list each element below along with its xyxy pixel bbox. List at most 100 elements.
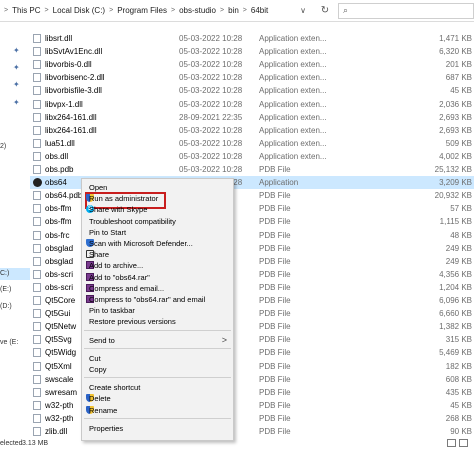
menu-item-scan-with-microsoft-defender[interactable]: Scan with Microsoft Defender... (82, 237, 233, 249)
table-row[interactable]: libvorbisenc-2.dll 05-03-2022 10:28 Applic… (30, 71, 474, 84)
breadcrumb-program-files[interactable]: Program Files (117, 6, 167, 15)
breadcrumb-this-pc[interactable]: This PC (12, 6, 40, 15)
context-menu[interactable]: Open Run as administrator S Share with Skyp… (81, 178, 234, 441)
file-name: Qt5Core (45, 296, 76, 305)
file-type: PDB File (259, 361, 291, 371)
file-name: Qt5Svg (45, 335, 72, 345)
table-row[interactable]: obs.pdb 05-03-2022 10:28 PDB File 25,132 KB (30, 163, 474, 176)
menu-item-pin-to-taskbar[interactable]: Pin to taskbar (82, 304, 233, 316)
menu-item-compress-and-email[interactable]: Compress and email... (82, 282, 233, 294)
menu-item-send-to[interactable]: Send to > (82, 334, 233, 346)
menu-item-label: Run as administrator (89, 194, 159, 204)
pdb-file-icon (33, 400, 41, 410)
menu-item-compress-to-obs64-rar-and-email[interactable]: Compress to "obs64.rar" and email (82, 293, 233, 305)
file-name: obs-frc (45, 230, 70, 240)
table-row[interactable]: libx264-161.dll 28-09-2021 22:35 Applicati… (30, 111, 474, 124)
file-type: PDB File (259, 191, 291, 201)
menu-item-label: Troubleshoot compatibility (89, 216, 176, 226)
table-row[interactable]: libvorbis-0.dll 05-03-2022 10:28 Applicati… (30, 58, 474, 71)
menu-item-rename[interactable]: Rename (82, 404, 233, 416)
file-size: 509 KB (445, 138, 472, 148)
nav-item-label[interactable]: ve (E: (0, 339, 18, 346)
file-type: PDB File (259, 400, 291, 410)
file-type: Application exten... (259, 47, 327, 57)
file-date: 05-03-2022 10:28 (179, 34, 243, 43)
menu-separator (84, 347, 231, 349)
menu-item-properties[interactable]: Properties (82, 422, 233, 434)
table-row[interactable]: libvpx-1.dll 05-03-2022 10:28 Application … (30, 98, 474, 111)
file-name: libSvtAv1Enc.dll (45, 47, 103, 57)
dll-file-icon (33, 112, 41, 122)
file-name: obs.dll (45, 151, 69, 161)
menu-item-delete[interactable]: Delete (82, 392, 233, 404)
menu-item-cut[interactable]: Cut (82, 352, 233, 364)
view-toggle[interactable] (447, 439, 468, 447)
pdb-file-icon (33, 269, 41, 279)
menu-item-label: Open (89, 183, 108, 192)
file-name: w32-pth (45, 400, 74, 410)
search-input[interactable]: ⌕ (338, 3, 474, 19)
menu-item-label: Pin to taskbar (89, 306, 135, 316)
file-size: 45 KB (450, 400, 472, 410)
table-row[interactable]: obs.dll 05-03-2022 10:28 Application exten… (30, 150, 474, 163)
breadcrumb-64bit[interactable]: 64bit (251, 6, 268, 15)
menu-item-create-shortcut[interactable]: Create shortcut (82, 381, 233, 393)
menu-item-restore-previous-versions[interactable]: Restore previous versions (82, 315, 233, 327)
breadcrumb-bin[interactable]: bin (228, 6, 239, 15)
menu-item-add-to-obs64-rar[interactable]: Add to "obs64.rar" (82, 271, 233, 283)
table-row[interactable]: libvorbisfile-3.dll 05-03-2022 10:28 Appli… (30, 84, 474, 97)
menu-item-run-as-administrator[interactable]: Run as administrator (82, 192, 233, 204)
chevron-down-icon[interactable]: ∨ (296, 4, 310, 18)
file-name: libvorbis-0.dll (45, 60, 92, 70)
refresh-icon[interactable]: ↻ (318, 4, 332, 18)
file-type: PDB File (259, 322, 291, 332)
menu-item-share-with-skype[interactable]: S Share with Skype (82, 203, 233, 215)
nav-item-label[interactable]: C:) (0, 270, 9, 277)
file-size: 6,096 KB (439, 296, 472, 305)
file-type: PDB File (259, 217, 291, 227)
menu-item-label: Share with Skype (89, 205, 148, 215)
pdb-file-icon (33, 348, 41, 358)
file-name: swresam (45, 387, 78, 397)
menu-item-add-to-archive[interactable]: Add to archive... (82, 259, 233, 271)
table-row[interactable]: libx264-161.dll 05-03-2022 10:28 Applicati… (30, 124, 474, 137)
menu-item-open[interactable]: Open (82, 181, 233, 193)
file-name: libx264-161.dll (45, 125, 97, 135)
navigation-pane[interactable]: ✦ ✦ ✦ ✦ 2) C:) (E:) (D:) ve (E: (0, 23, 30, 449)
file-name: swscale (45, 374, 74, 384)
address-bar[interactable]: > This PC > Local Disk (C:) > Program Fi… (0, 0, 474, 22)
file-type: Application exten... (259, 125, 327, 135)
file-type: PDB File (259, 335, 291, 345)
table-row[interactable]: libsrt.dll 05-03-2022 10:28 Application ex… (30, 32, 474, 45)
breadcrumb-separator: > (109, 7, 114, 14)
pdb-file-icon (33, 387, 41, 397)
menu-item-share[interactable]: Share (82, 248, 233, 260)
file-type: PDB File (259, 309, 291, 319)
nav-item-label[interactable]: (E:) (0, 286, 11, 293)
file-size: 687 KB (445, 73, 472, 83)
breadcrumb-local-disk[interactable]: Local Disk (C:) (53, 6, 105, 15)
table-row[interactable]: libSvtAv1Enc.dll 05-03-2022 10:28 Applicat… (30, 45, 474, 58)
file-type: PDB File (259, 256, 291, 266)
file-date: 05-03-2022 10:28 (179, 99, 243, 109)
table-row[interactable]: lua51.dll 05-03-2022 10:28 Application ext… (30, 137, 474, 150)
pdb-file-icon (33, 374, 41, 384)
breadcrumb-obs-studio[interactable]: obs-studio (179, 6, 216, 15)
menu-item-troubleshoot-compatibility[interactable]: Troubleshoot compatibility (82, 215, 233, 227)
file-type: PDB File (259, 348, 291, 358)
details-view-icon[interactable] (447, 439, 456, 447)
nav-item-label[interactable]: (D:) (0, 303, 12, 310)
file-type: PDB File (259, 243, 291, 253)
menu-item-pin-to-start[interactable]: Pin to Start (82, 226, 233, 238)
menu-item-label: Compress to "obs64.rar" and email (89, 295, 206, 304)
file-date: 05-03-2022 10:28 (179, 151, 243, 161)
file-date: 05-03-2022 10:28 (179, 47, 243, 57)
menu-item-copy[interactable]: Copy (82, 363, 233, 375)
file-size: 2,036 KB (439, 99, 472, 109)
file-name: lua51.dll (45, 138, 75, 148)
nav-item-label[interactable]: 2) (0, 143, 6, 150)
large-icons-view-icon[interactable] (459, 439, 468, 447)
file-size: 6,320 KB (439, 47, 472, 57)
pin-icon: ✦ (13, 80, 20, 89)
pdb-file-icon (33, 427, 41, 436)
